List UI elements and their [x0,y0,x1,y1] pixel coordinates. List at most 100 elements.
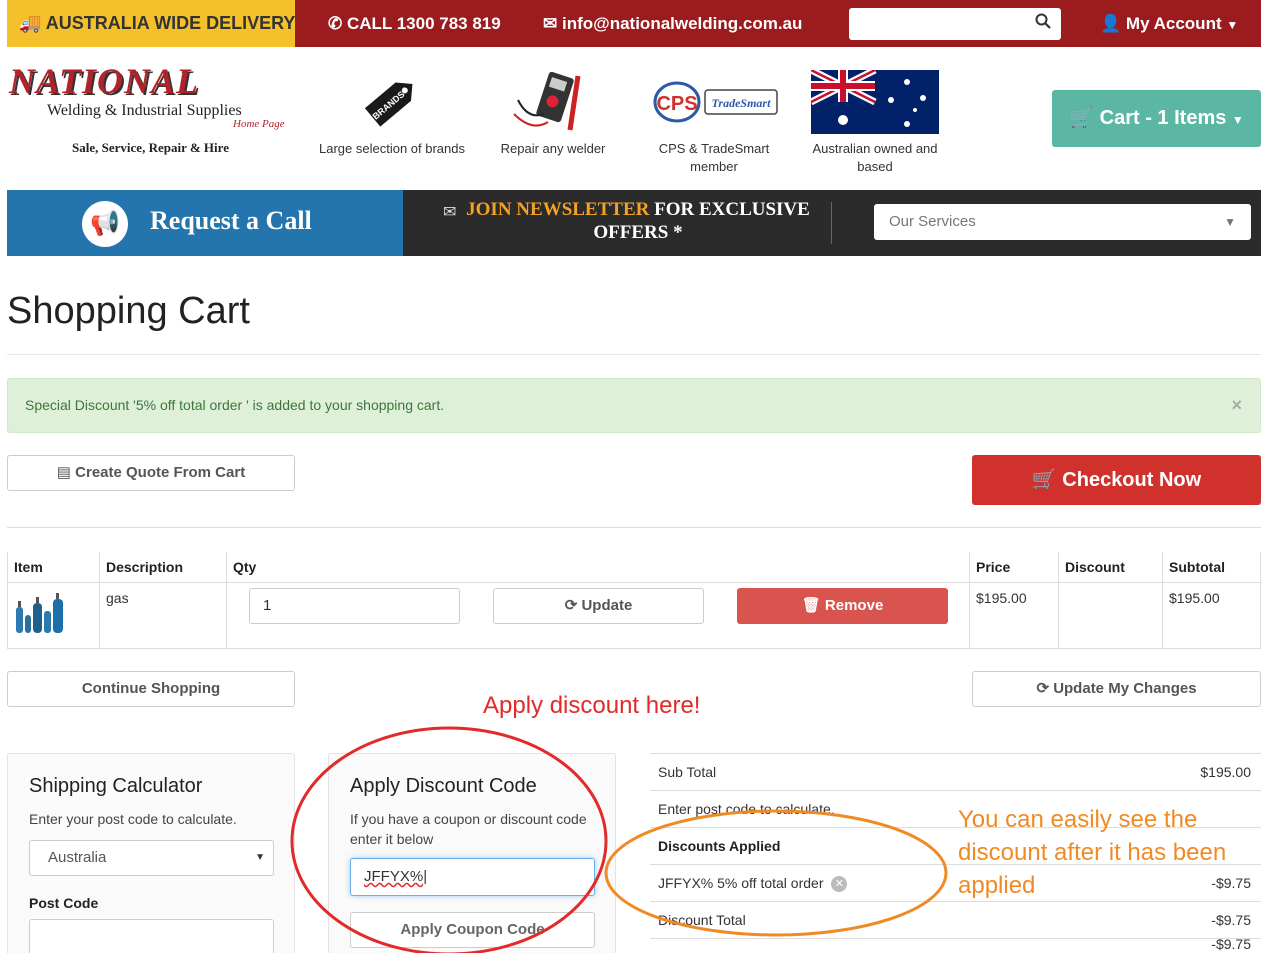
megaphone-icon: 📢 [82,201,128,247]
list-icon: ▤ [56,464,71,481]
services-placeholder: Our Services [889,213,976,230]
newsletter-highlight: JOIN NEWSLETTER [466,199,650,220]
envelope-icon: ✉ [543,14,558,33]
checkout-label: Checkout Now [1062,469,1202,491]
discount-alert: Special Discount '5% off total order ' i… [7,378,1261,433]
update-my-changes-button[interactable]: ⟳ Update My Changes [972,671,1261,707]
search-input[interactable] [849,8,1061,40]
discount-total-value: -$9.75 [1211,912,1251,928]
divider [8,582,1262,583]
our-services-select[interactable]: Our Services ▼ [874,204,1251,240]
multimeter-icon [508,70,598,136]
remove-item-button[interactable]: 🗑 Remove [737,588,948,624]
email-link[interactable]: ✉ info@nationalwelding.com.au [543,0,802,47]
discount-line: JFFYX% 5% off total order ✕ [658,865,848,902]
divider [7,354,1261,355]
red-annotation-text: Apply discount here! [483,692,701,719]
update-changes-label: Update My Changes [1053,680,1197,697]
column-header-subtotal: Subtotal [1169,559,1225,575]
discounts-heading: Discounts Applied [658,838,781,854]
phone-link[interactable]: ✆ CALL 1300 783 819 [328,0,501,47]
australian-flag-icon [809,66,939,134]
alert-message: Special Discount '5% off total order ' i… [25,397,445,413]
discount-title: Apply Discount Code [350,775,537,797]
remove-discount-icon[interactable]: ✕ [831,876,848,893]
checkout-now-button[interactable]: 🛒 Checkout Now [972,455,1261,505]
item-price: $195.00 [976,590,1027,606]
logo-wordmark: NATIONAL [9,61,200,101]
brands-tag-icon: BRANDS [355,68,427,136]
logo-subtitle: Welding & Industrial Supplies [47,102,242,119]
postcode-input[interactable] [29,919,274,953]
delivery-label: AUSTRALIA WIDE DELIVERY [45,13,296,33]
grand-total-value: -$9.75 [1211,938,1251,952]
refresh-icon: ⟳ [1036,680,1050,697]
column-header-discount: Discount [1065,559,1125,575]
newsletter-bar: ✉ JOIN NEWSLETTER FOR EXCLUSIVE OFFERS *… [403,190,1261,256]
caret-down-icon: ▼ [1231,113,1244,127]
update-label: Update [581,597,633,614]
cart-dropdown-button[interactable]: 🛒 Cart - 1 Items ▼ [1052,90,1261,147]
search-icon[interactable] [1035,13,1051,34]
discount-total-label: Discount Total [658,912,746,928]
feature-cps: CPS & TradeSmart member [658,141,770,174]
logo-tagline: Sale, Service, Repair & Hire [72,140,229,155]
cart-label: Cart - 1 Items [1099,107,1227,129]
discount-line-label: JFFYX% 5% off total order [658,875,824,891]
apply-coupon-button[interactable]: Apply Coupon Code [350,912,595,948]
subtotal-label: Sub Total [658,764,717,780]
feature-australian: Australian owned and based [812,141,938,174]
caret-down-icon: ▼ [1226,18,1239,32]
grand-total-row: -$9.75 [650,938,1261,953]
remove-label: Remove [824,597,884,614]
refresh-icon: ⟳ [564,597,578,614]
continue-shopping-button[interactable]: Continue Shopping [7,671,295,707]
column-header-item: Item [14,559,43,575]
shipping-calculator-panel: Shipping Calculator Enter your post code… [7,753,295,953]
user-icon: 👤 [1100,14,1122,33]
my-account-menu[interactable]: 👤 My Account ▼ [1100,0,1238,47]
discount-code-panel: Apply Discount Code If you have a coupon… [328,753,616,953]
quantity-input[interactable]: 1 [249,588,460,624]
newsletter-link[interactable]: JOIN NEWSLETTER FOR EXCLUSIVE OFFERS * [443,198,833,244]
subtotal-value: $195.00 [1200,764,1251,780]
cart-icon: 🛒 [1031,469,1057,491]
item-description: gas [106,590,129,606]
country-value: Australia [48,849,107,866]
divider [7,527,1261,528]
update-item-button[interactable]: ⟳ Update [493,588,704,624]
discount-instructions: If you have a coupon or discount code en… [350,811,587,847]
my-account-label: My Account [1125,14,1222,33]
coupon-code-input[interactable]: JFFYX%| [350,858,595,896]
cart-table: Item Description Qty Price Discount Subt… [7,552,1262,649]
shipping-instructions: Enter your post code to calculate. [29,811,237,827]
trash-icon: 🗑 [801,597,821,614]
cps-logo-text: CPS [656,93,697,115]
coupon-code-value: JFFYX% [364,868,424,885]
shipping-title: Shipping Calculator [29,775,203,797]
create-quote-button[interactable]: ▤ Create Quote From Cart [7,455,295,491]
subtotal-row: Sub Total $195.00 [650,753,1261,790]
divider [1058,552,1059,649]
tradesmart-logo-text: TradeSmart [712,96,772,110]
country-select[interactable]: Australia ▼ [29,840,274,876]
postcode-label: Post Code [29,895,99,911]
discount-total-row: Discount Total -$9.75 [650,901,1261,938]
page-title: Shopping Cart [7,290,250,332]
cps-tradesmart-logo: CPS TradeSmart [653,80,779,124]
feature-brands: Large selection of brands [319,141,465,156]
request-call-label: Request a Call [150,206,312,235]
caret-down-icon: ▼ [255,852,265,863]
phone-label: CALL 1300 783 819 [346,14,501,33]
caret-down-icon: ▼ [1224,215,1236,229]
request-call-button[interactable]: 📢 Request a Call [7,190,403,256]
phone-icon: ✆ [328,14,343,33]
column-header-description: Description [106,559,184,575]
product-thumbnail[interactable] [14,587,70,637]
close-icon[interactable]: × [1231,379,1242,432]
divider [226,552,227,649]
email-label: info@nationalwelding.com.au [561,14,803,33]
delivery-banner: 🚚 AUSTRALIA WIDE DELIVERY [7,0,295,47]
logo-home-text: Home Page [233,118,285,130]
item-subtotal: $195.00 [1169,590,1220,606]
